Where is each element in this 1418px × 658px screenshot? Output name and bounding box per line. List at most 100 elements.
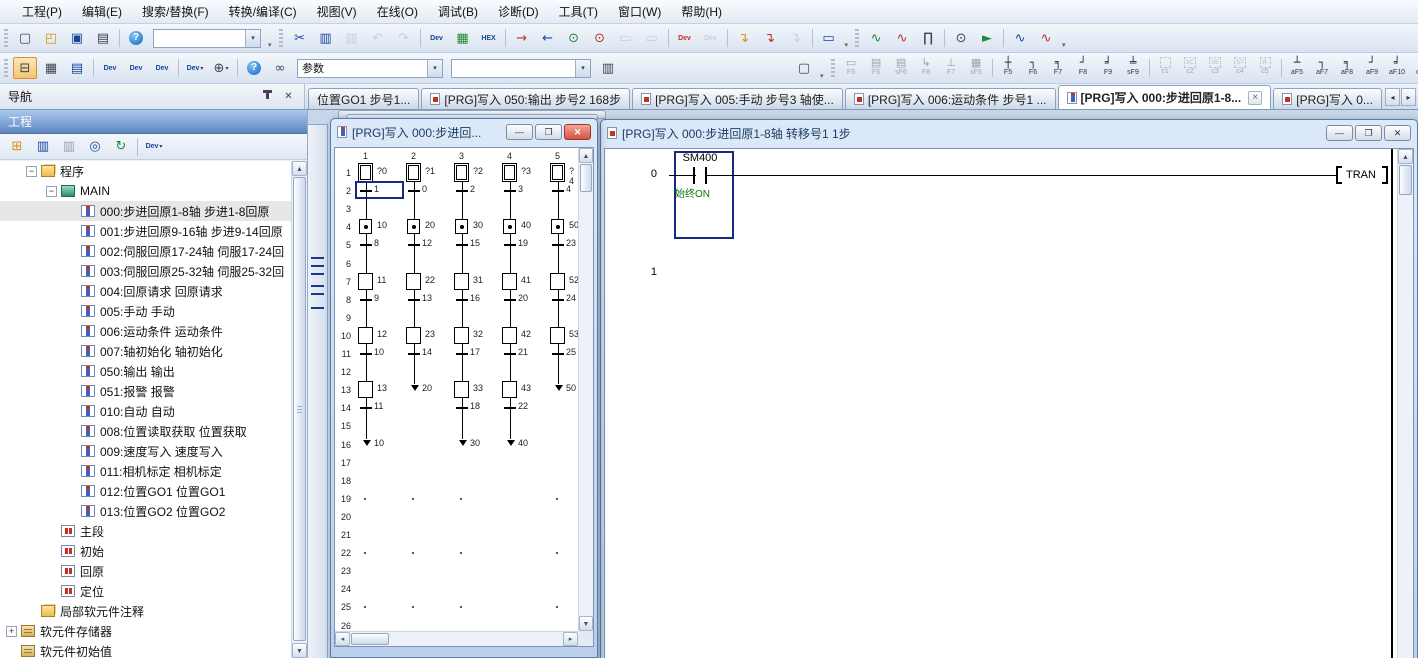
menu-item[interactable]: 在线(O)	[367, 0, 428, 23]
close-icon[interactable]: ✕	[564, 124, 591, 140]
scroll-up-icon[interactable]: ▲	[292, 161, 307, 176]
sfc-step[interactable]	[406, 327, 421, 344]
data-property-button[interactable]: ◎	[83, 136, 107, 158]
plc-parameter-button[interactable]: ▦	[39, 57, 63, 79]
tab-document[interactable]: [PRG]写入 005:手动 步号3 轴使...	[632, 88, 843, 109]
scroll-up-icon[interactable]: ▲	[1398, 149, 1413, 164]
toolbar-grip[interactable]	[4, 59, 8, 77]
ladder-close-contact-button[interactable]: ┐F6	[1021, 55, 1046, 82]
pin-icon[interactable]	[260, 89, 275, 104]
cut-button[interactable]: ✂	[288, 27, 312, 49]
tab-document[interactable]: [PRG]写入 050:输出 步号2 168步	[421, 88, 630, 109]
toolbar-grip[interactable]	[831, 59, 835, 77]
copy-data-button[interactable]: ▥	[31, 136, 55, 158]
sfc-end-step-button[interactable]: ⊥F7	[939, 55, 964, 82]
sfc-step-with-action[interactable]	[455, 219, 468, 234]
tree-item[interactable]: 005:手动 手动	[0, 301, 291, 321]
sfc-transition[interactable]	[360, 353, 372, 355]
scroll-down-icon[interactable]: ▼	[292, 643, 307, 658]
scrollbar-thumb[interactable]	[1399, 165, 1412, 195]
hex-display-button[interactable]: HEX	[477, 27, 501, 49]
restore-icon[interactable]: ❒	[1355, 125, 1382, 141]
ladder-window-titlebar[interactable]: [PRG]写入 000:步进回原1-8轴 转移号1 1步 — ❒ ✕	[601, 120, 1417, 146]
tree-item[interactable]: 局部软元件注释	[0, 601, 291, 621]
tree-item[interactable]: 软元件初始值	[0, 641, 291, 658]
close-icon[interactable]: ✕	[1384, 125, 1411, 141]
sfc-initial-step[interactable]	[454, 163, 469, 182]
tree-item[interactable]: +软元件存储器	[0, 621, 291, 641]
ladder-hline2-write-button[interactable]: ┘aF9	[1360, 55, 1385, 82]
sfc-step[interactable]	[502, 381, 517, 398]
ladder-coil-button[interactable]: ╛F9	[1096, 55, 1121, 82]
sfc-initial-step[interactable]	[406, 163, 421, 182]
sfc-transition[interactable]	[408, 190, 420, 192]
sfc-step-with-action[interactable]	[551, 219, 564, 234]
sfc-transition[interactable]	[360, 244, 372, 246]
tree-item[interactable]: −程序	[0, 161, 291, 181]
program-list-button[interactable]: ▤	[65, 57, 89, 79]
tab-active-document[interactable]: [PRG]写入 000:步进回原1-8...×	[1058, 85, 1272, 109]
sfc-step[interactable]	[358, 327, 373, 344]
toolbar-grip[interactable]	[279, 29, 283, 47]
sfc-transition[interactable]	[504, 190, 516, 192]
refresh-view-button[interactable]: ↻	[109, 136, 133, 158]
sfc-initial-step[interactable]	[358, 163, 373, 182]
ladder-vertical-scrollbar[interactable]: ▲	[1397, 149, 1413, 658]
sfc-transition[interactable]	[408, 353, 420, 355]
help2-button[interactable]: ?	[242, 57, 266, 79]
find-text-combo[interactable]: ▾	[451, 59, 591, 78]
quick-device-combo[interactable]: ▾	[153, 29, 261, 48]
sfc-dummy-step-button[interactable]: ▦sF5	[964, 55, 989, 82]
toolbar-grip[interactable]	[4, 29, 8, 47]
ladder-canvas[interactable]: 0 SM400 始终ON TRAN 1	[605, 149, 1397, 658]
plc-diff-button[interactable]: ⊙	[588, 27, 612, 49]
tree-item[interactable]: 013:位置GO2 位置GO2	[0, 501, 291, 521]
tab-document[interactable]: 位置GO1 步号1...	[308, 88, 419, 109]
toolbar-grip[interactable]	[855, 29, 859, 47]
sfc-transition[interactable]	[504, 407, 516, 409]
sfc-transition[interactable]	[360, 299, 372, 301]
scroll-left-icon[interactable]: ◂	[335, 632, 350, 646]
find-target-combo[interactable]: 参数▾	[297, 59, 443, 78]
collapse-icon[interactable]: −	[26, 166, 37, 177]
tree-item[interactable]: 012:位置GO1 位置GO1	[0, 481, 291, 501]
sfc-jump-insert-button[interactable]: ↳F8	[914, 55, 939, 82]
copy-button[interactable]: ▥	[314, 27, 338, 49]
paste-button[interactable]: ▥	[340, 27, 364, 49]
wave-trace-button[interactable]: ∿	[1008, 27, 1032, 49]
menu-item[interactable]: 诊断(D)	[488, 0, 549, 23]
open-project-button[interactable]: ◰	[39, 27, 63, 49]
device-comment-button[interactable]: Dev	[98, 57, 122, 79]
tab-document[interactable]: [PRG]写入 0...	[1273, 88, 1382, 109]
sfc-transition[interactable]	[456, 407, 468, 409]
sfc-window-titlebar[interactable]: [PRG]写入 000:步进回... — ❒ ✕	[331, 119, 597, 145]
sfc-step[interactable]	[454, 381, 469, 398]
sfc-transition[interactable]	[552, 353, 564, 355]
monitor-start-button[interactable]: ∿	[864, 27, 888, 49]
tree-item[interactable]: 008:位置读取获取 位置获取	[0, 421, 291, 441]
ladder-vline2-write-button[interactable]: ╕aF8	[1335, 55, 1360, 82]
tree-item[interactable]: −MAIN	[0, 181, 291, 201]
new-project-button[interactable]: ▢	[13, 27, 37, 49]
monitor-run-button[interactable]: ►	[975, 27, 999, 49]
plc-merge-button[interactable]: ▭	[640, 27, 664, 49]
sfc-sc-button[interactable]: SCc2	[1178, 55, 1203, 82]
device-batch-button[interactable]: Dev	[150, 57, 174, 79]
sfc-r-button[interactable]: Rc5	[1253, 55, 1278, 82]
menu-item[interactable]: 搜索/替换(F)	[132, 0, 219, 23]
tree-item[interactable]: 009:速度写入 速度写入	[0, 441, 291, 461]
sfc-step[interactable]	[454, 273, 469, 290]
ladder-vline-write-button[interactable]: ┴aF5	[1285, 55, 1310, 82]
collapse-icon[interactable]: −	[46, 186, 57, 197]
sfc-transition[interactable]	[504, 299, 516, 301]
transfer-other-button[interactable]: ↴	[784, 27, 808, 49]
watch-window-button[interactable]: ▥	[596, 57, 620, 79]
sfc-step-with-action[interactable]	[407, 219, 420, 234]
tree-item[interactable]: 主段	[0, 521, 291, 541]
filter-view-button[interactable]: Dev▾	[142, 136, 166, 158]
chevron-down-icon[interactable]: ▾	[427, 60, 442, 77]
ladder-open-branch-button[interactable]: ╕F7	[1046, 55, 1071, 82]
minimize-icon[interactable]: —	[1326, 125, 1353, 141]
print-button[interactable]: ▤	[91, 27, 115, 49]
new-data-button[interactable]: ⊞	[5, 136, 29, 158]
